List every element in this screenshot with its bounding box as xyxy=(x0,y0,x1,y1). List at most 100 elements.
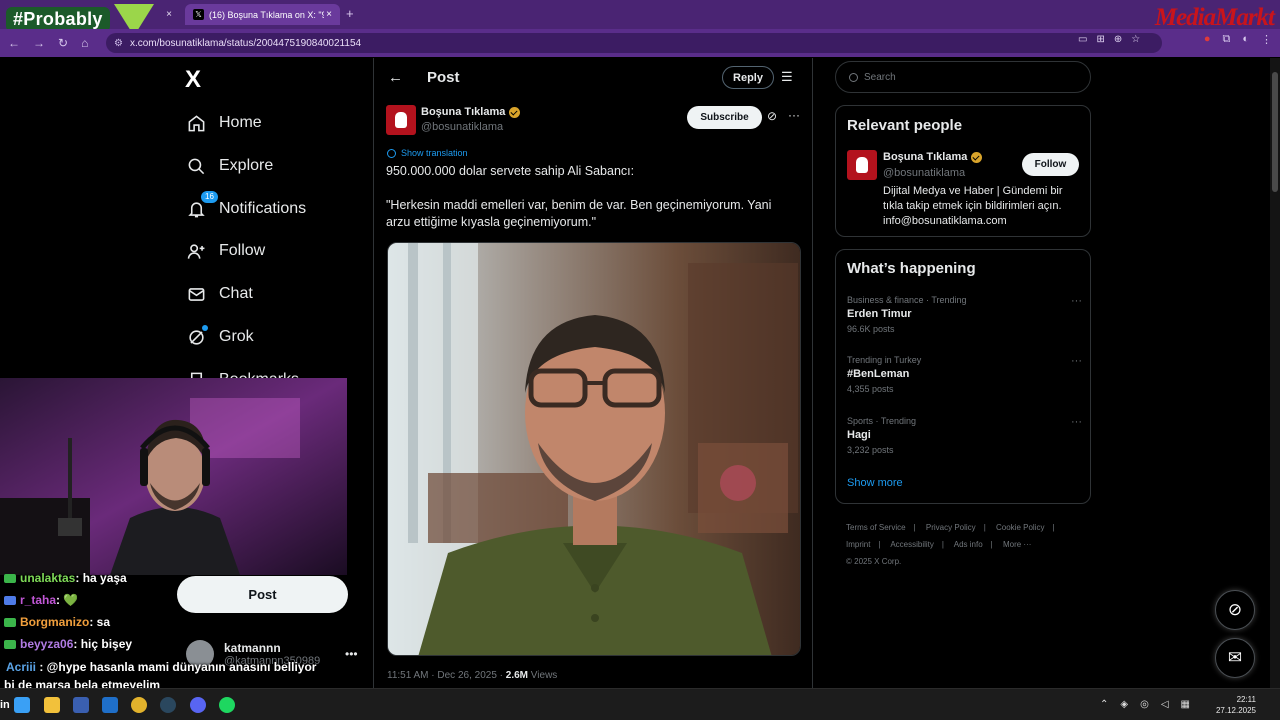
sliders-icon[interactable]: ☰ xyxy=(781,69,793,85)
extension-icon[interactable]: ● xyxy=(1204,33,1211,46)
post-button[interactable]: Post xyxy=(177,576,348,613)
footer-more[interactable]: More ··· xyxy=(1003,540,1031,549)
relevant-person-name-row[interactable]: Boşuna Tıklama xyxy=(883,151,983,163)
trend-more-icon[interactable]: ··· xyxy=(1071,355,1082,367)
x-logo[interactable]: X xyxy=(185,66,201,94)
store-icon[interactable] xyxy=(73,697,89,713)
windows-start-icon[interactable] xyxy=(14,697,30,713)
tweet-text-quote: "Herkesin maddi emelleri var, benim de v… xyxy=(386,198,772,229)
file-explorer-icon[interactable] xyxy=(44,697,60,713)
new-tab-button[interactable]: + xyxy=(346,6,354,21)
volume-icon[interactable]: ◁ xyxy=(1161,699,1169,710)
more-options-icon[interactable]: ··· xyxy=(788,108,800,122)
address-bar[interactable]: ⚙ x.com/bosunatiklama/status/20044751908… xyxy=(106,33,1162,53)
chat-badge-icon xyxy=(4,595,16,605)
home-icon[interactable]: ⌂ xyxy=(81,36,88,50)
scrollbar[interactable] xyxy=(1270,58,1280,688)
steam-icon[interactable] xyxy=(160,697,176,713)
grok-explain-icon[interactable]: ⊘ xyxy=(767,109,777,123)
author-handle[interactable]: @bosunatiklama xyxy=(421,121,503,133)
trend-item[interactable]: Business & finance · Trending Erden Timu… xyxy=(847,295,1082,334)
grok-fab[interactable]: ⊘ xyxy=(1215,590,1255,630)
chrome-icon[interactable] xyxy=(131,697,147,713)
tab-inactive[interactable]: × xyxy=(150,4,180,25)
trend-more-icon[interactable]: ··· xyxy=(1071,295,1082,307)
tweet-text: 950.000.000 dolar servete sahip Ali Saba… xyxy=(386,163,796,248)
tab-close-icon[interactable]: × xyxy=(166,9,172,20)
search-input[interactable]: Search xyxy=(835,61,1091,93)
extensions-puzzle-icon[interactable]: ⧉ xyxy=(1222,33,1230,46)
profile-avatar-icon[interactable]: ◐ xyxy=(1242,33,1249,46)
footer-privacy[interactable]: Privacy Policy xyxy=(926,523,976,532)
relevant-person-avatar[interactable] xyxy=(847,150,877,180)
nav-grok[interactable]: Grok xyxy=(185,325,254,348)
messages-fab[interactable]: ✉ xyxy=(1215,638,1255,678)
footer-cookie[interactable]: Cookie Policy xyxy=(996,523,1044,532)
back-icon[interactable]: ← xyxy=(8,36,20,50)
translate-icon[interactable]: ⊞ xyxy=(1096,34,1104,45)
chat-user: Acriii xyxy=(6,660,37,674)
show-translation-label: Show translation xyxy=(401,148,468,158)
show-more-link[interactable]: Show more xyxy=(847,477,903,489)
outlook-icon[interactable] xyxy=(102,697,118,713)
author-name-row[interactable]: Boşuna Tıklama xyxy=(421,106,521,118)
relevant-person-handle[interactable]: @bosunatiklama xyxy=(883,167,965,179)
network-icon[interactable]: ▦ xyxy=(1181,699,1190,710)
nav-home[interactable]: Home xyxy=(185,112,262,134)
chat-text: : sa xyxy=(89,615,111,629)
forward-icon[interactable]: → xyxy=(33,36,45,50)
footer-sep: | xyxy=(878,540,881,549)
footer-ads-info[interactable]: Ads info xyxy=(954,540,983,549)
tray-chevron-icon[interactable]: ⌃ xyxy=(1100,699,1108,710)
system-clock[interactable]: 22:11 27.12.2025 xyxy=(1216,694,1256,716)
photo-illustration xyxy=(388,243,800,655)
scrollbar-thumb[interactable] xyxy=(1272,72,1278,192)
chat-text: : ha yaşa xyxy=(75,571,127,585)
post-detail-column: ← Post Reply ☰ Boşuna Tıklama @bosunatik… xyxy=(373,58,813,688)
bell-icon: 16 xyxy=(185,191,218,220)
nav-notifications[interactable]: 16 Notifications xyxy=(185,191,306,220)
home-icon xyxy=(185,112,207,134)
chat-user: Borgmanizo xyxy=(20,615,90,629)
trend-item[interactable]: Sports · Trending Hagi 3,232 posts ··· xyxy=(847,416,1082,455)
nav-follow[interactable]: Follow xyxy=(185,240,265,262)
follow-button[interactable]: Follow xyxy=(1022,153,1079,176)
footer-terms[interactable]: Terms of Service xyxy=(846,523,906,532)
author-avatar[interactable] xyxy=(386,105,416,135)
menu-kebab-icon[interactable]: ⋮ xyxy=(1261,33,1272,46)
reload-icon[interactable]: ↻ xyxy=(58,36,68,50)
streamer-webcam xyxy=(0,378,347,575)
reply-button[interactable]: Reply xyxy=(722,66,774,89)
discord-icon[interactable] xyxy=(190,697,206,713)
site-info-icon[interactable]: ⚙ xyxy=(114,38,123,49)
install-icon[interactable]: ▭ xyxy=(1078,34,1087,45)
trend-item[interactable]: Trending in Turkey #BenLeman 4,355 posts… xyxy=(847,355,1082,394)
footer-imprint[interactable]: Imprint xyxy=(846,540,870,549)
tweet-text-line: 950.000.000 dolar servete sahip Ali Saba… xyxy=(386,164,635,178)
author-name: Boşuna Tıklama xyxy=(421,106,506,118)
bookmark-star-icon[interactable]: ☆ xyxy=(1131,34,1140,45)
tray-app-icon[interactable]: ◈ xyxy=(1120,699,1128,710)
show-translation-link[interactable]: Show translation xyxy=(387,148,468,158)
account-more-icon[interactable]: ••• xyxy=(345,647,358,661)
x-favicon-icon: 𝕏 xyxy=(193,9,204,20)
chat-badge-icon xyxy=(4,639,16,649)
footer-accessibility[interactable]: Accessibility xyxy=(890,540,934,549)
tab-close-icon[interactable]: × xyxy=(326,9,332,20)
subscribe-button[interactable]: Subscribe xyxy=(687,106,762,129)
hand-logo-icon xyxy=(856,157,868,173)
nav-chat[interactable]: Chat xyxy=(185,283,253,305)
tweet-photo[interactable] xyxy=(387,242,801,656)
trend-title: Hagi xyxy=(847,429,871,441)
spotify-icon[interactable] xyxy=(219,697,235,713)
microphone-icon[interactable]: ◎ xyxy=(1140,699,1149,710)
windows-taskbar: in ⌃ ◈ ◎ ◁ ▦ 22:11 27.12.2025 xyxy=(0,688,1280,720)
tweet-timestamp[interactable]: 11:51 AM · Dec 26, 2025 · xyxy=(387,670,503,681)
back-arrow-icon[interactable]: ← xyxy=(388,69,403,86)
trend-more-icon[interactable]: ··· xyxy=(1071,416,1082,428)
browser-tab-bar: #Probably × 𝕏 (16) Boşuna Tıklama on X: … xyxy=(0,0,1280,36)
zoom-icon[interactable]: ⊕ xyxy=(1114,34,1122,45)
account-name: katmannn xyxy=(224,641,281,655)
nav-explore[interactable]: Explore xyxy=(185,155,273,177)
tab-active[interactable]: 𝕏 (16) Boşuna Tıklama on X: "950 × xyxy=(185,4,340,25)
